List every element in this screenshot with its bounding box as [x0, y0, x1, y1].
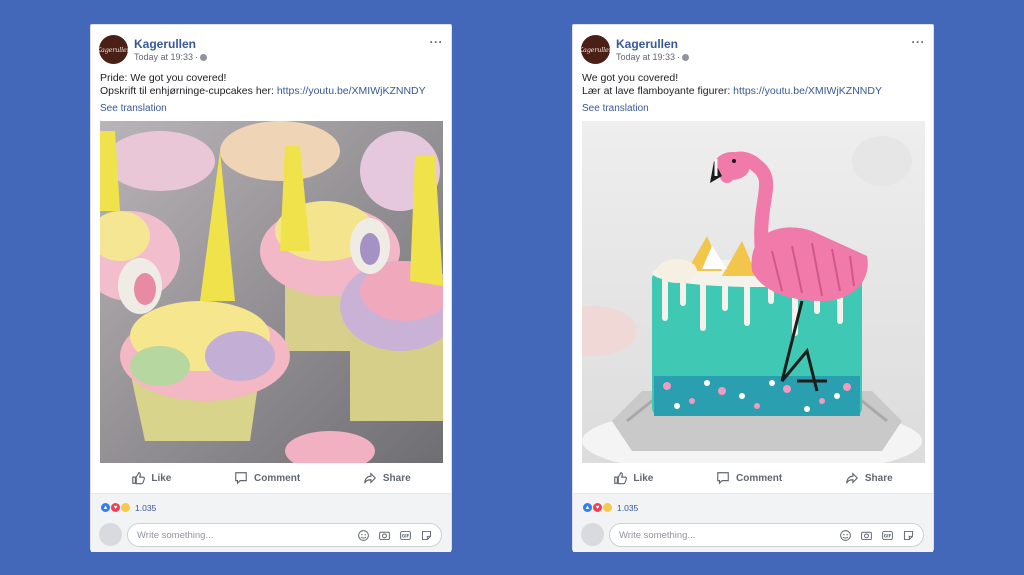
post-text: Pride: We got you covered! Opskrift til … [100, 72, 443, 98]
page-name-link[interactable]: Kagerullen [134, 37, 196, 51]
svg-text:GIF: GIF [884, 534, 892, 539]
post-link[interactable]: https://youtu.be/XMIWjKZNNDY [277, 85, 426, 97]
more-options-icon[interactable]: ··· [430, 35, 444, 49]
like-icon [132, 472, 146, 485]
post-text-line-2: Opskrift til enhjørninge-cupcakes her: h… [100, 85, 443, 98]
unicorn-cupcakes-photo[interactable] [100, 121, 443, 463]
share-icon [364, 472, 376, 484]
post-text-line-1: Pride: We got you covered! [100, 72, 227, 84]
post-text-line-2: Lær at lave flamboyante figurer: https:/… [582, 85, 925, 98]
like-label: Like [151, 472, 172, 484]
see-translation-link[interactable]: See translation [582, 103, 649, 114]
comment-composer: Write something... GIF [581, 523, 924, 547]
like-icon [614, 472, 628, 485]
like-button[interactable]: Like [613, 471, 653, 485]
reaction-count[interactable]: 1.035 [135, 503, 156, 513]
avatar-logo-text: Kagerullen [99, 45, 128, 54]
comment-label: Comment [254, 472, 301, 484]
comment-label: Comment [736, 472, 783, 484]
comment-icon [717, 472, 729, 485]
page-avatar[interactable]: Kagerullen [99, 35, 128, 64]
comment-button[interactable]: Comment [234, 471, 300, 485]
post-actions: Like Comment Share [100, 466, 442, 490]
reaction-summary[interactable]: ▲ ♥ 1.035 [100, 502, 156, 513]
smiley-icon[interactable] [839, 529, 852, 542]
sticker-icon[interactable] [902, 529, 915, 542]
wow-reaction-icon [120, 502, 131, 513]
gif-icon[interactable]: GIF [881, 529, 894, 542]
camera-icon[interactable] [378, 529, 391, 542]
post-meta: Today at 19:33 · [616, 52, 690, 62]
post-text-prefix: Opskrift til enhjørninge-cupcakes her: [100, 85, 274, 97]
post-card-2: Kagerullen Kagerullen Today at 19:33· ··… [572, 24, 934, 552]
share-button[interactable]: Share [845, 471, 893, 485]
reaction-summary[interactable]: ▲ ♥ 1.035 [582, 502, 638, 513]
smiley-icon[interactable] [357, 529, 370, 542]
avatar-logo-text: Kagerullen [581, 45, 610, 54]
comment-input[interactable]: Write something... GIF [609, 523, 924, 547]
globe-icon [200, 54, 208, 61]
reactions-footer: ▲ ♥ 1.035 Write something... GIF [91, 493, 451, 552]
globe-icon [682, 54, 690, 61]
post-card-1: Kagerullen Kagerullen Today at 19:33· ··… [90, 24, 452, 552]
user-avatar [581, 523, 604, 546]
share-button[interactable]: Share [363, 471, 411, 485]
wow-reaction-icon [602, 502, 613, 513]
meta-separator: · [195, 52, 199, 62]
like-label: Like [633, 472, 654, 484]
comment-placeholder: Write something... [619, 530, 696, 541]
page-name-link[interactable]: Kagerullen [616, 37, 678, 51]
page-avatar[interactable]: Kagerullen [581, 35, 610, 64]
like-button[interactable]: Like [131, 471, 171, 485]
post-timestamp[interactable]: Today at 19:33 [616, 52, 675, 62]
share-label: Share [382, 472, 411, 484]
reactions-footer: ▲ ♥ 1.035 Write something... GIF [573, 493, 933, 552]
post-meta: Today at 19:33 · [134, 52, 208, 62]
camera-icon[interactable] [860, 529, 873, 542]
post-header: Kagerullen Kagerullen Today at 19:33· ··… [581, 33, 925, 67]
post-text-line-1: We got you covered! [582, 72, 679, 84]
post-timestamp[interactable]: Today at 19:33 [134, 52, 193, 62]
sticker-icon[interactable] [420, 529, 433, 542]
share-label: Share [864, 472, 893, 484]
comment-input[interactable]: Write something... GIF [127, 523, 442, 547]
post-text: We got you covered! Lær at lave flamboya… [582, 72, 925, 98]
svg-text:GIF: GIF [402, 534, 410, 539]
comment-icon [235, 472, 247, 485]
post-text-prefix: Lær at lave flamboyante figurer: [582, 85, 731, 97]
post-actions: Like Comment Share [582, 466, 924, 490]
meta-separator: · [677, 52, 681, 62]
post-header: Kagerullen Kagerullen Today at 19:33· ··… [99, 33, 443, 67]
comment-placeholder: Write something... [137, 530, 214, 541]
gif-icon[interactable]: GIF [399, 529, 412, 542]
reaction-count[interactable]: 1.035 [617, 503, 638, 513]
see-translation-link[interactable]: See translation [100, 103, 167, 114]
share-icon [846, 472, 858, 484]
flamingo-cake-photo[interactable] [582, 121, 925, 463]
user-avatar [99, 523, 122, 546]
comment-button[interactable]: Comment [716, 471, 782, 485]
post-link[interactable]: https://youtu.be/XMIWjKZNNDY [733, 85, 882, 97]
comment-composer: Write something... GIF [99, 523, 442, 547]
more-options-icon[interactable]: ··· [912, 35, 926, 49]
